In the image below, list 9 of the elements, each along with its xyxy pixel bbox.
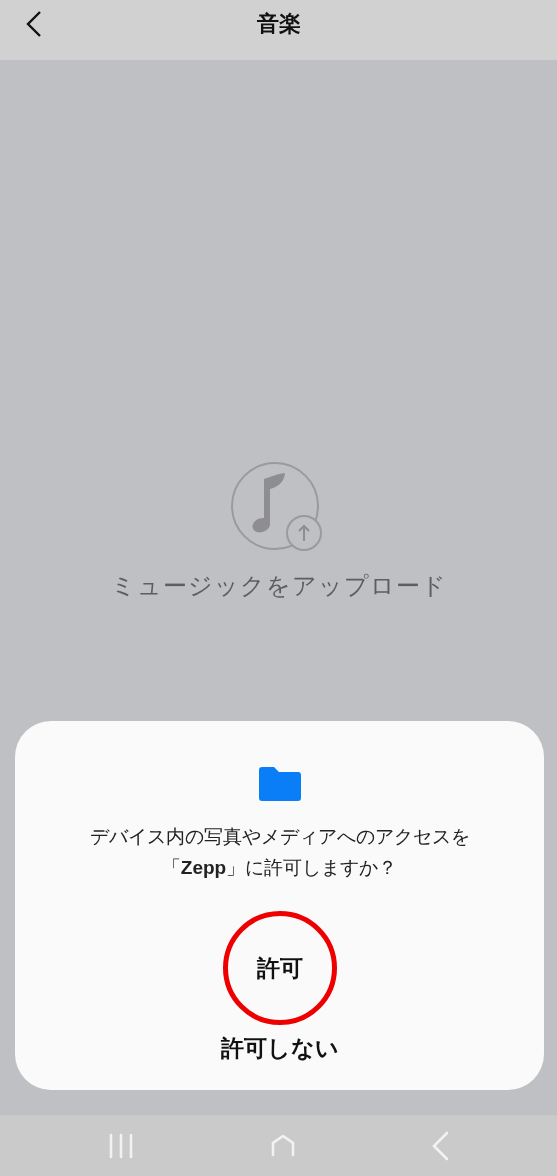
permission-message: デバイス内の写真やメディアへのアクセスを「Zepp」に許可しますか？ [88,825,471,880]
folder-icon [258,767,301,801]
allow-button[interactable]: 許可 [252,950,307,986]
back-nav-icon[interactable] [431,1130,449,1161]
home-icon[interactable] [270,1134,295,1157]
deny-button[interactable]: 許可しない [216,1031,343,1066]
page-title: 音楽 [256,9,301,38]
recent-apps-icon[interactable] [108,1132,134,1159]
upload-music-label: ミュージックをアップロード [110,571,447,601]
